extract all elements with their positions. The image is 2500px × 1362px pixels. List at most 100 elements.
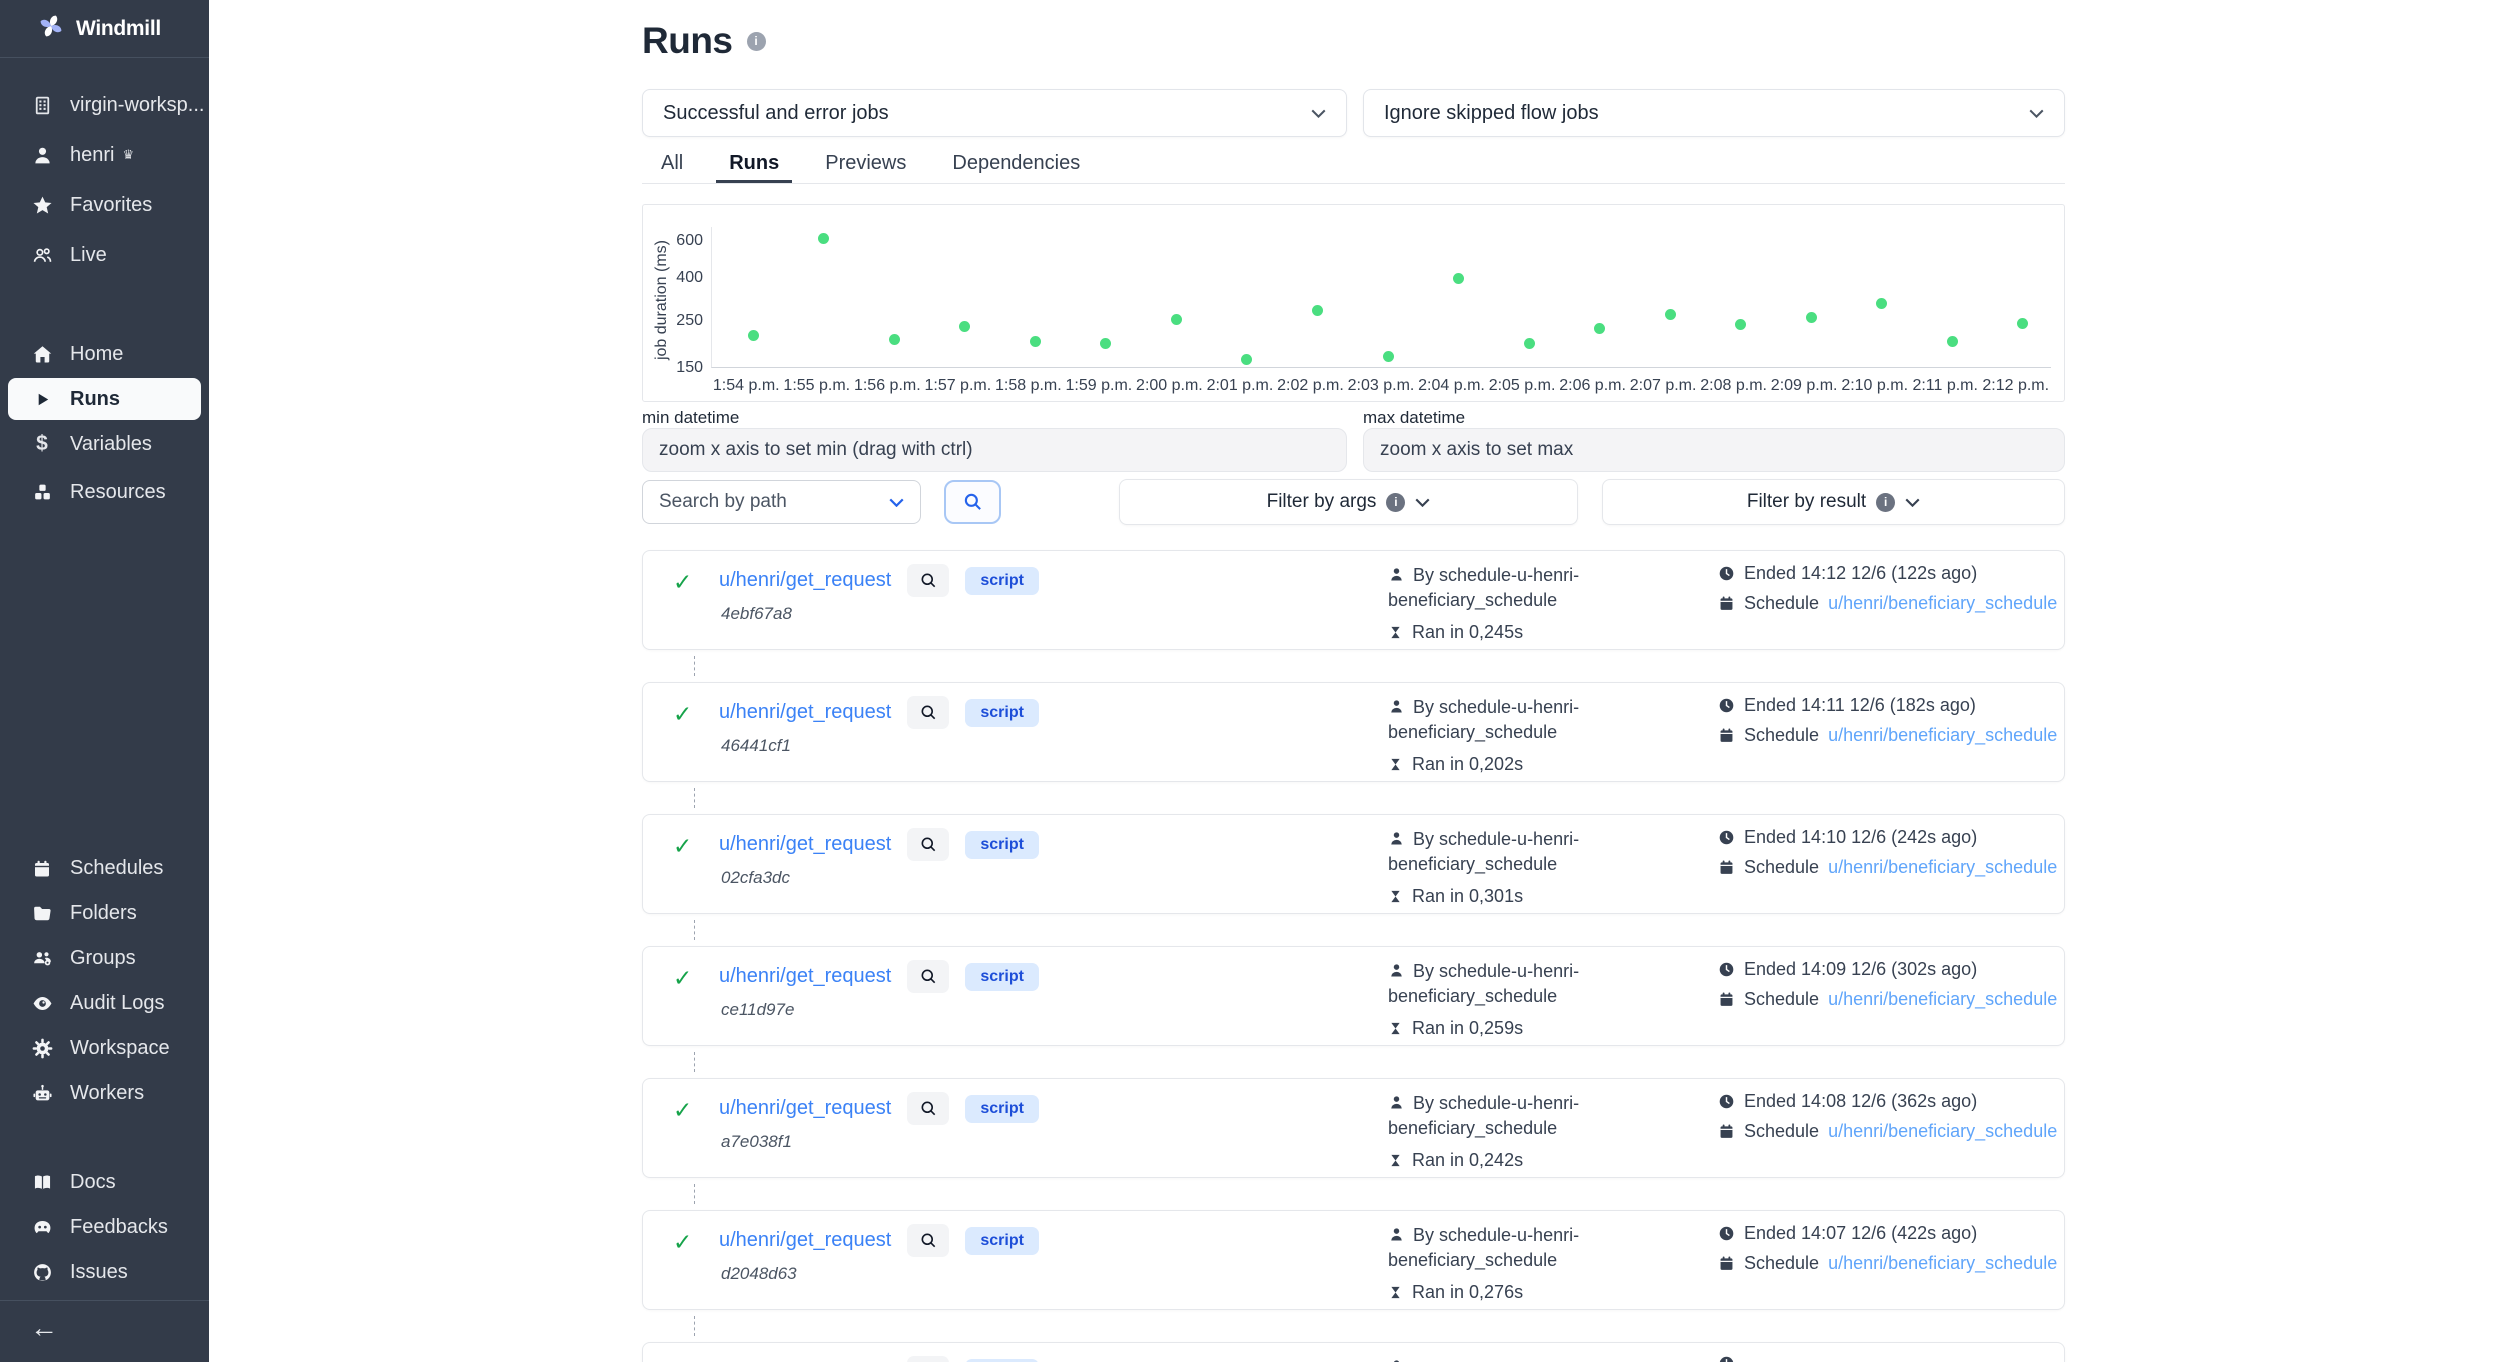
tab-previews[interactable]: Previews bbox=[812, 147, 919, 183]
run-schedule-info: Ended 14:09 12/6 (302s ago) Schedule u/h… bbox=[1718, 959, 2057, 1010]
magnifier-icon bbox=[919, 835, 938, 854]
inspect-job-button[interactable] bbox=[907, 564, 949, 597]
sidebar-item-issues[interactable]: Issues bbox=[0, 1250, 209, 1295]
run-trigger-info: By schedule-u-henri-beneficiary_schedule… bbox=[1388, 959, 1688, 1040]
tab-runs[interactable]: Runs bbox=[716, 147, 792, 183]
script-path-link[interactable]: u/henri/get_request bbox=[719, 569, 891, 592]
sidebar-item-groups[interactable]: Groups bbox=[0, 936, 209, 981]
sidebar-item-schedules[interactable]: Schedules bbox=[0, 846, 209, 891]
magnifier-icon bbox=[919, 571, 938, 590]
schedule-path-link[interactable]: u/henri/beneficiary_schedule bbox=[1828, 725, 2057, 746]
hourglass-icon bbox=[1388, 756, 1403, 773]
github-icon bbox=[30, 1262, 54, 1283]
page-header: Runs i bbox=[642, 20, 766, 62]
run-card[interactable]: ✓ u/henri/get_request script a7e038f1 By… bbox=[642, 1078, 2065, 1178]
ended-time: Ended 14:10 12/6 (242s ago) bbox=[1718, 827, 2057, 848]
run-duration: Ran in 0,202s bbox=[1388, 752, 1688, 777]
success-check-icon: ✓ bbox=[673, 569, 692, 596]
script-kind-badge: script bbox=[965, 699, 1039, 727]
hourglass-icon bbox=[1388, 1152, 1403, 1169]
person-icon bbox=[1388, 1358, 1405, 1362]
dollar-icon: $ bbox=[30, 432, 54, 456]
success-check-icon: ✓ bbox=[673, 701, 692, 728]
tab-all[interactable]: All bbox=[648, 147, 696, 183]
job-filter-row: Successful and error jobs Ignore skipped… bbox=[642, 89, 2065, 137]
sidebar-item-audit-logs[interactable]: Audit Logs bbox=[0, 981, 209, 1026]
inspect-job-button[interactable] bbox=[907, 828, 949, 861]
workspace-selector[interactable]: virgin-worksp... bbox=[0, 80, 209, 130]
collapse-sidebar-button[interactable]: ← bbox=[30, 1312, 58, 1344]
chart-x-tick: 2:05 p.m. bbox=[1482, 377, 1562, 395]
schedule-path-link[interactable]: u/henri/beneficiary_schedule bbox=[1828, 1253, 2057, 1274]
schedule-path-link[interactable]: u/henri/beneficiary_schedule bbox=[1828, 593, 2057, 614]
chart-data-point bbox=[818, 233, 829, 244]
run-card[interactable]: ✓ u/henri/get_request script 02cfa3dc By… bbox=[642, 814, 2065, 914]
sidebar-item-workspace[interactable]: Workspace bbox=[0, 1026, 209, 1071]
sidebar-item-live[interactable]: Live bbox=[0, 230, 209, 280]
sidebar-item-folders[interactable]: Folders bbox=[0, 891, 209, 936]
run-card[interactable]: ✓ u/henri/get_request script 46441cf1 By… bbox=[642, 682, 2065, 782]
script-kind-badge: script bbox=[965, 1359, 1039, 1362]
script-path-link[interactable]: u/henri/get_request bbox=[719, 701, 891, 724]
script-path-link[interactable]: u/henri/get_request bbox=[719, 1097, 891, 1120]
sidebar-item-workers[interactable]: Workers bbox=[0, 1071, 209, 1116]
run-trigger-info: By schedule-u-henri-beneficiary_schedule… bbox=[1388, 563, 1688, 644]
hourglass-icon bbox=[1388, 888, 1403, 905]
filter-by-args-button[interactable]: Filter by args i bbox=[1119, 479, 1578, 525]
sidebar-item-home[interactable]: Home bbox=[0, 330, 209, 378]
sidebar-item-runs[interactable]: Runs bbox=[8, 378, 201, 420]
run-schedule-info: Ended 14:07 12/6 (422s ago) Schedule u/h… bbox=[1718, 1223, 2057, 1274]
runs-info-icon[interactable]: i bbox=[747, 32, 766, 51]
run-card[interactable]: ✓ u/henri/get_request script 4ebf67a8 By… bbox=[642, 550, 2065, 650]
run-card-header: u/henri/get_request script bbox=[719, 696, 1039, 729]
run-card[interactable]: ✓ u/henri/get_request script ce11d97e By… bbox=[642, 946, 2065, 1046]
triggered-by: By schedule-u-henri-beneficiary_schedule bbox=[1388, 563, 1618, 613]
runs-tabs: All Runs Previews Dependencies bbox=[642, 147, 2065, 184]
filter-by-result-button[interactable]: Filter by result i bbox=[1602, 479, 2065, 525]
sidebar-item-resources[interactable]: Resources bbox=[0, 468, 209, 516]
script-path-link[interactable]: u/henri/get_request bbox=[719, 1229, 891, 1252]
schedule-path-link[interactable]: u/henri/beneficiary_schedule bbox=[1828, 857, 2057, 878]
run-card[interactable]: ✓ u/henri/get_request script bbox=[642, 1342, 2065, 1362]
script-path-link[interactable]: u/henri/get_request bbox=[719, 833, 891, 856]
live-users-icon bbox=[30, 245, 54, 266]
skipped-flow-dropdown[interactable]: Ignore skipped flow jobs bbox=[1363, 89, 2065, 137]
user-menu[interactable]: henri ♛ bbox=[0, 130, 209, 180]
sidebar: Windmill virgin-worksp... henri ♛ bbox=[0, 0, 209, 1362]
chart-data-point bbox=[1312, 305, 1323, 316]
inspect-job-button[interactable] bbox=[907, 1356, 949, 1362]
sidebar-item-docs[interactable]: Docs bbox=[0, 1160, 209, 1205]
chart-plot-area[interactable] bbox=[711, 227, 2051, 368]
sidebar-item-favorites[interactable]: Favorites bbox=[0, 180, 209, 230]
tab-dependencies[interactable]: Dependencies bbox=[939, 147, 1093, 183]
job-kind-dropdown[interactable]: Successful and error jobs bbox=[642, 89, 1347, 137]
search-button[interactable] bbox=[944, 480, 1001, 524]
folder-icon bbox=[30, 903, 54, 924]
run-schedule-info: Ended 14:12 12/6 (122s ago) Schedule u/h… bbox=[1718, 563, 2057, 614]
chart-data-point bbox=[1524, 338, 1535, 349]
sidebar-item-feedbacks[interactable]: Feedbacks bbox=[0, 1205, 209, 1250]
max-datetime-input[interactable] bbox=[1363, 428, 2065, 472]
schedule-path-link[interactable]: u/henri/beneficiary_schedule bbox=[1828, 989, 2057, 1010]
calendar-icon bbox=[1718, 859, 1735, 876]
run-schedule-info: Ended 14:10 12/6 (242s ago) Schedule u/h… bbox=[1718, 827, 2057, 878]
success-check-icon: ✓ bbox=[673, 1097, 692, 1124]
inspect-job-button[interactable] bbox=[907, 1092, 949, 1125]
workers-label: Workers bbox=[70, 1082, 144, 1105]
run-card[interactable]: ✓ u/henri/get_request script d2048d63 By… bbox=[642, 1210, 2065, 1310]
inspect-job-button[interactable] bbox=[907, 696, 949, 729]
job-duration-chart[interactable]: job duration (ms) 600400250150 1:54 p.m.… bbox=[642, 204, 2065, 402]
person-icon bbox=[1388, 566, 1405, 583]
run-duration: Ran in 0,276s bbox=[1388, 1280, 1688, 1305]
inspect-job-button[interactable] bbox=[907, 960, 949, 993]
search-by-path-select[interactable]: Search by path bbox=[642, 480, 921, 524]
windmill-logo[interactable]: Windmill bbox=[0, 0, 209, 57]
triggered-by: By schedule-u-henri-beneficiary_schedule bbox=[1388, 1091, 1618, 1141]
sidebar-item-variables[interactable]: $ Variables bbox=[0, 420, 209, 468]
clock-icon bbox=[1718, 565, 1735, 582]
schedule-path-link[interactable]: u/henri/beneficiary_schedule bbox=[1828, 1121, 2057, 1142]
windmill-runs-page: Windmill virgin-worksp... henri ♛ bbox=[0, 0, 2500, 1362]
script-path-link[interactable]: u/henri/get_request bbox=[719, 965, 891, 988]
min-datetime-input[interactable] bbox=[642, 428, 1347, 472]
inspect-job-button[interactable] bbox=[907, 1224, 949, 1257]
